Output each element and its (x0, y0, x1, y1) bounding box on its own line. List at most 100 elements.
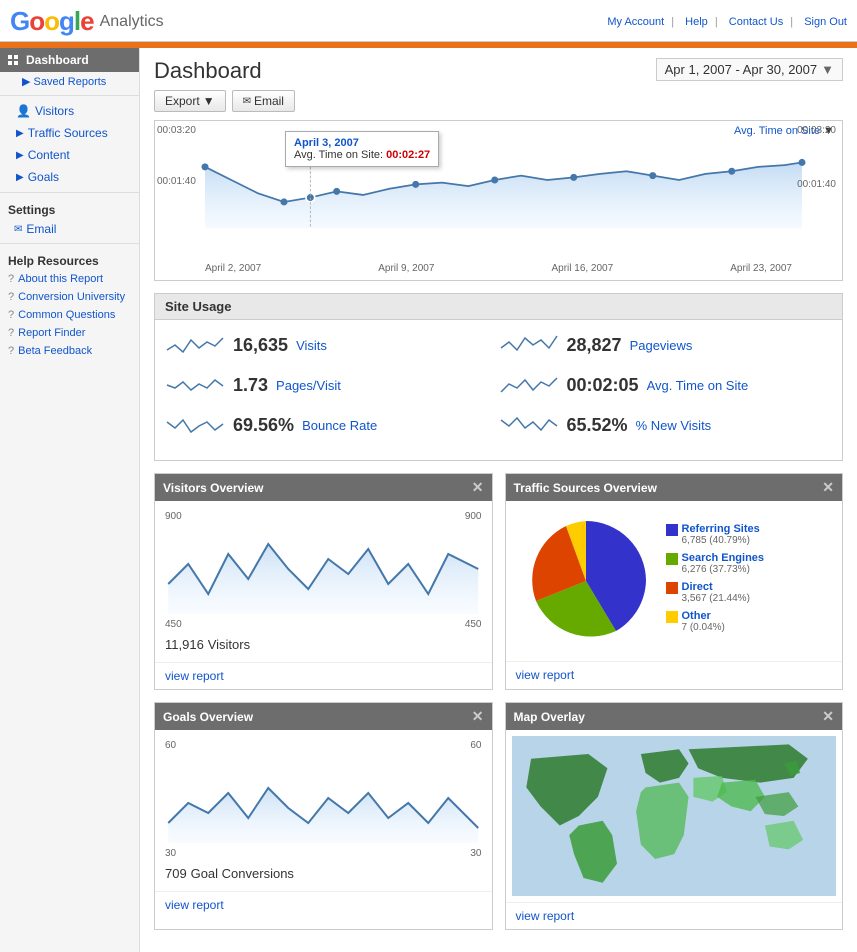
visits-sparkline (165, 330, 225, 360)
legend-color-search (666, 553, 678, 565)
dashboard-header: Dashboard Apr 1, 2007 - Apr 30, 2007 ▼ (154, 58, 843, 84)
legend-direct: Direct 3,567 (21.44%) (666, 581, 765, 604)
traffic-panel-header: Traffic Sources Overview ✕ (506, 474, 843, 501)
date-range-text: Apr 1, 2007 - Apr 30, 2007 (665, 62, 818, 77)
my-account-link[interactable]: My Account (607, 16, 664, 28)
visitors-y-top-right: 900 (465, 511, 482, 522)
date-range-picker[interactable]: Apr 1, 2007 - Apr 30, 2007 ▼ (656, 58, 843, 81)
email-btn-label: Email (254, 94, 284, 108)
sidebar-divider3 (0, 243, 139, 244)
bounce-rate-label[interactable]: Bounce Rate (302, 418, 377, 433)
map-view-report[interactable]: view report (516, 909, 575, 923)
goals-label: Goals (28, 170, 59, 184)
visitors-y-mid-right: 450 (465, 619, 482, 630)
legend-value-direct: 3,567 (21.44%) (682, 593, 750, 604)
help-link[interactable]: Help (685, 16, 708, 28)
x-label-3: April 16, 2007 (551, 263, 613, 274)
sidebar-dashboard-header[interactable]: Dashboard (0, 48, 139, 72)
site-usage-body: 16,635 Visits 1.73 Pages/Visit (155, 320, 842, 460)
pages-visit-value: 1.73 (233, 375, 268, 396)
sidebar-item-goals[interactable]: ▶ Goals (0, 166, 139, 188)
goals-panel-body: 60 60 30 (155, 730, 492, 891)
sidebar-item-saved-reports[interactable]: ▶ Saved Reports (0, 72, 139, 91)
visitors-count-label: Visitors (208, 637, 250, 652)
map-panel-title: Map Overlay (514, 710, 585, 724)
legend-name-other[interactable]: Other (682, 610, 725, 622)
pageviews-value: 28,827 (567, 335, 622, 356)
usage-col-right: 28,827 Pageviews 00:02:05 Avg. Time on S… (499, 330, 833, 450)
visitors-view-report[interactable]: view report (165, 669, 224, 683)
y-label-mid-right: 00:01:40 (797, 179, 836, 190)
sidebar-report-finder[interactable]: ? Report Finder (0, 324, 139, 342)
main-chart: 00:03:20 00:01:40 (155, 121, 842, 261)
sidebar: Dashboard ▶ Saved Reports 👤 Visitors ▶ T… (0, 48, 140, 952)
visits-value: 16,635 (233, 335, 288, 356)
traffic-panel-footer: view report (506, 661, 843, 688)
sidebar-item-traffic-sources[interactable]: ▶ Traffic Sources (0, 122, 139, 144)
sidebar-conversion-university[interactable]: ? Conversion University (0, 288, 139, 306)
goals-overview-panel: Goals Overview ✕ 60 60 (154, 702, 493, 930)
goals-panel-footer: view report (155, 891, 492, 918)
bounce-sparkline (165, 410, 225, 440)
tooltip-label: Avg. Time on Site: (294, 149, 383, 161)
sidebar-common-questions[interactable]: ? Common Questions (0, 306, 139, 324)
visitors-count: 11,916 Visitors (165, 636, 482, 652)
usage-pageviews: 28,827 Pageviews (499, 330, 833, 360)
report-finder-label: Report Finder (18, 327, 85, 339)
goals-panel-close[interactable]: ✕ (472, 708, 484, 725)
new-visits-label[interactable]: % New Visits (636, 418, 712, 433)
site-usage-header: Site Usage (155, 294, 842, 320)
usage-avg-time: 00:02:05 Avg. Time on Site (499, 370, 833, 400)
usage-new-visits: 65.52% % New Visits (499, 410, 833, 440)
email-label: Email (26, 222, 56, 236)
legend-name-referring[interactable]: Referring Sites (682, 523, 760, 535)
sign-out-link[interactable]: Sign Out (804, 16, 847, 28)
email-icon: ✉ (14, 224, 22, 235)
pageviews-label[interactable]: Pageviews (630, 338, 693, 353)
question-icon-4: ? (8, 327, 14, 339)
goals-view-report[interactable]: view report (165, 898, 224, 912)
new-visits-sparkline (499, 410, 559, 440)
traffic-view-report[interactable]: view report (516, 668, 575, 682)
goals-icon: ▶ (16, 172, 24, 183)
x-label-2: April 9, 2007 (378, 263, 434, 274)
contact-us-link[interactable]: Contact Us (729, 16, 783, 28)
email-button[interactable]: ✉ Email (232, 90, 295, 112)
visitors-panel-close[interactable]: ✕ (472, 479, 484, 496)
bounce-rate-value: 69.56% (233, 415, 294, 436)
question-icon-3: ? (8, 309, 14, 321)
map-panel-footer: view report (506, 902, 843, 929)
content-label: Content (28, 148, 70, 162)
avg-time-label[interactable]: Avg. Time on Site (647, 378, 749, 393)
visitors-panel-header: Visitors Overview ✕ (155, 474, 492, 501)
map-panel-close[interactable]: ✕ (822, 708, 834, 725)
question-icon-1: ? (8, 273, 14, 285)
question-icon-2: ? (8, 291, 14, 303)
legend-name-search[interactable]: Search Engines (682, 552, 765, 564)
sidebar-item-visitors[interactable]: 👤 Visitors (0, 100, 139, 122)
map-container (512, 736, 837, 896)
person-icon: 👤 (16, 104, 31, 118)
x-label-1: April 2, 2007 (205, 263, 261, 274)
x-label-4: April 23, 2007 (730, 263, 792, 274)
sidebar-settings-email[interactable]: ✉ Email (0, 219, 139, 239)
visitors-overview-panel: Visitors Overview ✕ 900 900 (154, 473, 493, 690)
sidebar-about-report[interactable]: ? About this Report (0, 270, 139, 288)
export-button[interactable]: Export ▼ (154, 90, 226, 112)
legend-name-direct[interactable]: Direct (682, 581, 750, 593)
visitors-y-mid: 450 (165, 619, 182, 630)
sidebar-beta-feedback[interactable]: ? Beta Feedback (0, 342, 139, 360)
pages-visit-label[interactable]: Pages/Visit (276, 378, 341, 393)
grid-icon (8, 55, 18, 65)
traffic-sources-label: Traffic Sources (28, 126, 108, 140)
goals-y-top: 60 (165, 740, 176, 751)
usage-pages-visit: 1.73 Pages/Visit (165, 370, 499, 400)
traffic-panel-close[interactable]: ✕ (822, 479, 834, 496)
legend-other: Other 7 (0.04%) (666, 610, 765, 633)
sidebar-item-content[interactable]: ▶ Content (0, 144, 139, 166)
google-logo: Google (10, 6, 94, 37)
visits-label[interactable]: Visits (296, 338, 327, 353)
usage-visits: 16,635 Visits (165, 330, 499, 360)
chart-x-labels: April 2, 2007 April 9, 2007 April 16, 20… (155, 261, 842, 280)
visitors-y-top: 900 (165, 511, 182, 522)
